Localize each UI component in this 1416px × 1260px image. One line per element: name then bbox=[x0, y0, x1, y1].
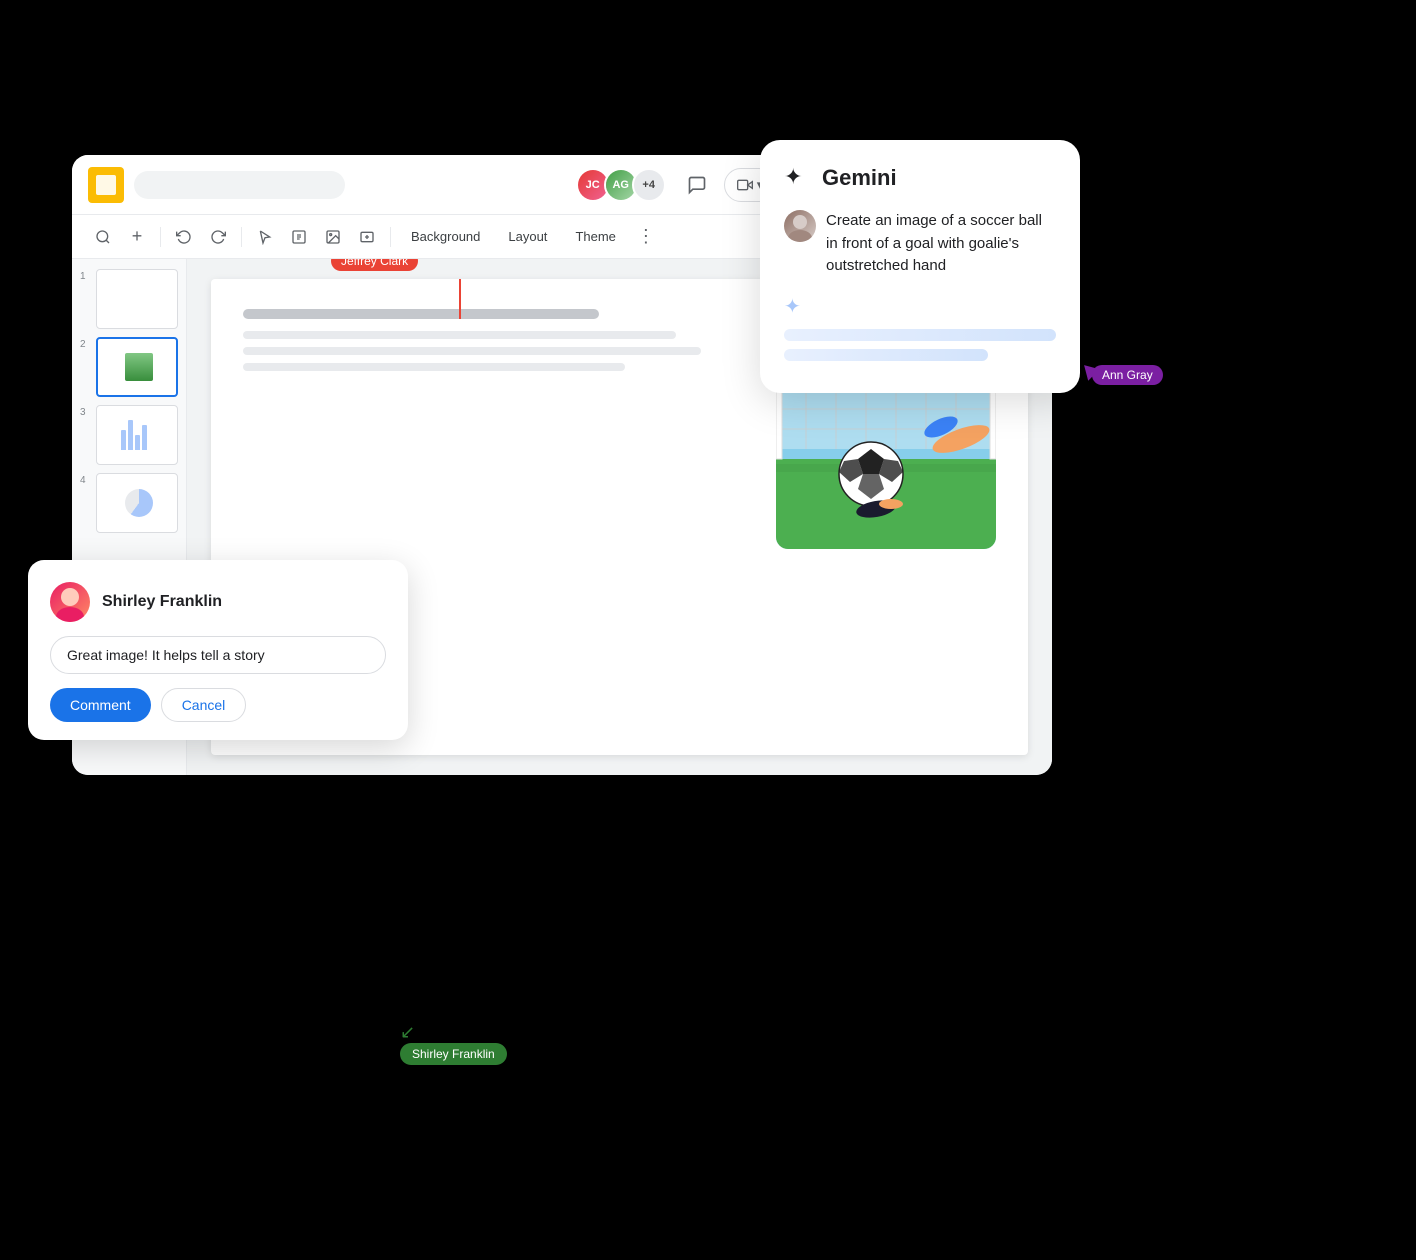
gemini-header: ✦ Gemini bbox=[784, 164, 1056, 192]
slide-body-line bbox=[243, 363, 625, 371]
chart-bar bbox=[135, 435, 140, 450]
comment-box: Shirley Franklin Comment Cancel bbox=[28, 560, 408, 740]
jeffrey-clark-cursor-label: Jeffrey Clark bbox=[331, 259, 418, 271]
slide-thumb-1[interactable]: 1 bbox=[80, 269, 178, 329]
slide-thumbnail-4[interactable] bbox=[96, 473, 178, 533]
comment-submit-button[interactable]: Comment bbox=[50, 688, 151, 722]
slide-body-lines bbox=[243, 331, 752, 371]
gemini-user-avatar bbox=[784, 210, 816, 242]
gemini-response-area: ✦ bbox=[784, 294, 1056, 361]
chart-bar bbox=[142, 425, 147, 450]
comment-cancel-button[interactable]: Cancel bbox=[161, 688, 247, 722]
chart-bar bbox=[128, 420, 133, 450]
slide-thumb-4[interactable]: 4 bbox=[80, 473, 178, 533]
slide-thumb-2[interactable]: 2 bbox=[80, 337, 178, 397]
ann-gray-cursor: Ann Gray bbox=[1082, 367, 1098, 381]
more-options-icon[interactable]: ⋮ bbox=[632, 223, 660, 251]
collaborators-group: JC AG +4 bbox=[576, 168, 666, 202]
gemini-user-row: Create an image of a soccer ball in fron… bbox=[784, 210, 1056, 278]
avatar-more[interactable]: +4 bbox=[632, 168, 666, 202]
divider-1 bbox=[160, 227, 161, 247]
gemini-loading-bar-2 bbox=[784, 349, 988, 361]
slide-thumb-3[interactable]: 3 bbox=[80, 405, 178, 465]
select-icon[interactable] bbox=[250, 222, 280, 252]
slide-thumbnail-1[interactable] bbox=[96, 269, 178, 329]
comment-actions: Comment Cancel bbox=[50, 688, 386, 722]
image-icon[interactable] bbox=[318, 222, 348, 252]
slide-number-2: 2 bbox=[80, 339, 92, 350]
divider-3 bbox=[390, 227, 391, 247]
slide-thumbnail-2[interactable] bbox=[96, 337, 178, 397]
slide-body-line bbox=[243, 347, 701, 355]
slide-number-3: 3 bbox=[80, 407, 92, 418]
comment-user-avatar bbox=[50, 582, 90, 622]
comment-user-row: Shirley Franklin bbox=[50, 582, 386, 622]
shirley-cursor-label: Shirley Franklin bbox=[400, 1043, 507, 1065]
slide-number-1: 1 bbox=[80, 271, 92, 282]
gemini-panel: ✦ Gemini Create an image of a soccer bal… bbox=[760, 140, 1080, 393]
chart-bars bbox=[121, 420, 149, 450]
slide-text-area bbox=[243, 309, 752, 371]
text-box-icon[interactable] bbox=[284, 222, 314, 252]
redo-icon[interactable] bbox=[203, 222, 233, 252]
undo-icon[interactable] bbox=[169, 222, 199, 252]
shirley-cursor-arrow-icon: ↙ bbox=[400, 1023, 507, 1041]
chart-bar bbox=[121, 430, 126, 450]
add-icon[interactable]: + bbox=[122, 222, 152, 252]
slide2-image-thumb bbox=[125, 353, 153, 381]
add-slide-icon[interactable] bbox=[352, 222, 382, 252]
gemini-loading-bar-1 bbox=[784, 329, 1056, 341]
ann-gray-cursor-label: Ann Gray bbox=[1092, 365, 1163, 385]
jeffrey-cursor-line bbox=[459, 279, 461, 319]
shirley-cursor-area: ↙ Shirley Franklin bbox=[400, 1023, 507, 1065]
divider-2 bbox=[241, 227, 242, 247]
comment-input[interactable] bbox=[50, 636, 386, 674]
chat-icon[interactable] bbox=[680, 168, 714, 202]
gemini-title: Gemini bbox=[822, 165, 897, 191]
slide-title-line bbox=[243, 309, 599, 319]
slide-number-4: 4 bbox=[80, 475, 92, 486]
pie-chart-thumb bbox=[125, 489, 153, 517]
gemini-response-sparkle: ✦ bbox=[784, 294, 1056, 319]
gemini-star-icon: ✦ bbox=[784, 164, 812, 192]
layout-button[interactable]: Layout bbox=[496, 223, 559, 251]
zoom-icon[interactable] bbox=[88, 222, 118, 252]
title-input[interactable] bbox=[134, 171, 345, 199]
slide-body-line bbox=[243, 331, 676, 339]
theme-button[interactable]: Theme bbox=[563, 223, 627, 251]
comment-user-name: Shirley Franklin bbox=[102, 593, 222, 611]
gemini-prompt-text: Create an image of a soccer ball in fron… bbox=[826, 210, 1056, 278]
slide-thumbnail-3[interactable] bbox=[96, 405, 178, 465]
app-icon bbox=[88, 167, 124, 203]
background-button[interactable]: Background bbox=[399, 223, 492, 251]
